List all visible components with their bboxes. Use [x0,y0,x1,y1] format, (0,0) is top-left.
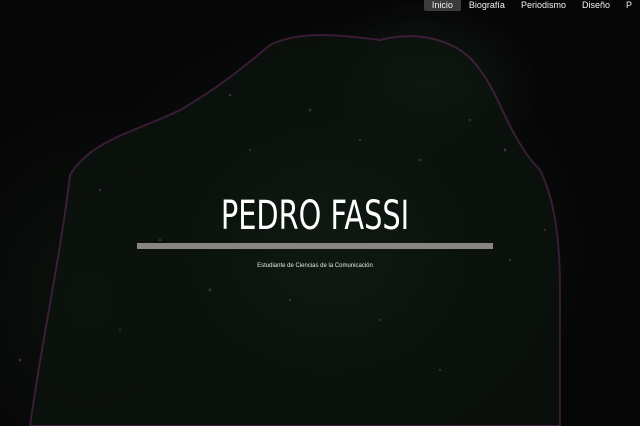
nav-item-diseno[interactable]: Diseño [574,0,618,11]
nav-item-truncated[interactable]: P [618,0,640,11]
page-title: PEDRO FASSI [220,193,410,239]
nav-item-periodismo[interactable]: Periodismo [513,0,574,11]
top-nav: Inicio Biografía Periodismo Diseño P [423,0,640,12]
nav-item-inicio[interactable]: Inicio [423,0,461,11]
title-divider [137,243,493,249]
nav-item-biografia[interactable]: Biografía [461,0,513,11]
page-subtitle: Estudiante de Ciencias de la Comunicació… [257,263,373,269]
